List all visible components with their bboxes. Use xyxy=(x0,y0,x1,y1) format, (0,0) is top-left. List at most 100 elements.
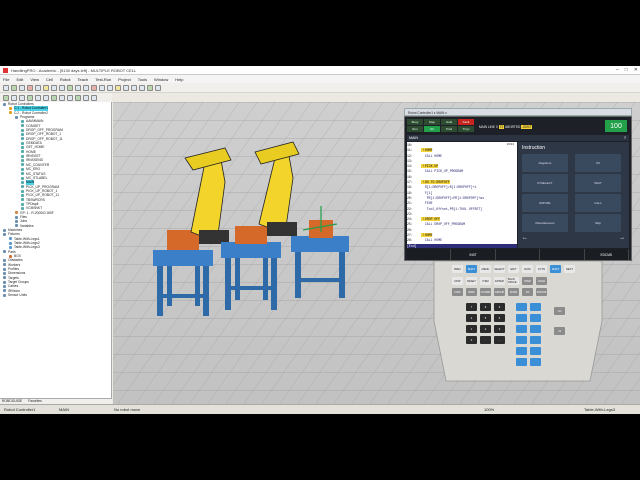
jog-plus-key[interactable] xyxy=(530,303,541,311)
pendant-key[interactable]: . xyxy=(480,336,491,344)
menu-edit[interactable]: Edit xyxy=(16,77,23,82)
pendant-key[interactable]: ITEM xyxy=(480,277,491,285)
pendant-key[interactable]: SELECT xyxy=(494,265,505,273)
program-line[interactable]: [End] xyxy=(407,243,517,248)
pendant-key[interactable]: 1 xyxy=(466,325,477,333)
pendant-key[interactable]: SHIFT xyxy=(466,265,477,273)
toolbar-tool-icon[interactable] xyxy=(131,84,137,91)
pendant-key[interactable]: POSN xyxy=(508,288,519,296)
jog-minus-key[interactable] xyxy=(516,303,527,311)
instruction-prev-icon[interactable]: ← xyxy=(522,235,528,241)
pendant-key[interactable]: FWD xyxy=(452,288,463,296)
menu-robot[interactable]: Robot xyxy=(60,77,71,82)
toolbar-tool-icon[interactable] xyxy=(147,84,153,91)
toolbar-tool-icon[interactable] xyxy=(19,84,25,91)
maximize-icon[interactable]: □ xyxy=(625,67,628,73)
status-program[interactable]: MAIN xyxy=(55,407,110,412)
jog-minus-key[interactable] xyxy=(516,347,527,355)
pendant-key[interactable]: 2 xyxy=(480,325,491,333)
pendant-key[interactable]: COORD xyxy=(480,288,491,296)
instruction-button[interactable]: IF/SELECT xyxy=(522,174,568,192)
jog-plus-key[interactable] xyxy=(530,314,541,322)
instruction-next-icon[interactable]: → xyxy=(619,235,625,241)
menu-teach[interactable]: Teach xyxy=(78,77,89,82)
pendant-key[interactable]: GROUP xyxy=(494,288,505,296)
pendant-key[interactable]: FCTN xyxy=(536,265,547,273)
toolbar-tool-icon[interactable] xyxy=(27,94,33,101)
toolbar-tool-icon[interactable] xyxy=(59,84,65,91)
override-percent[interactable]: 100 xyxy=(605,120,627,132)
pendant-key[interactable]: HOLD xyxy=(536,277,547,285)
toolbar-tool-icon[interactable] xyxy=(155,84,161,91)
toolbar-tool-icon[interactable] xyxy=(3,84,9,91)
toolbar-tool-icon[interactable] xyxy=(107,84,113,91)
pendant-key[interactable]: 7 xyxy=(466,303,477,311)
pendant-key[interactable]: EDIT xyxy=(508,265,519,273)
jog-minus-key[interactable] xyxy=(516,314,527,322)
instruction-button[interactable]: CALL xyxy=(575,194,621,212)
toolbar-tool-icon[interactable] xyxy=(139,84,145,91)
menu-help[interactable]: Help xyxy=(175,77,183,82)
toolbar-tool-icon[interactable] xyxy=(3,94,9,101)
menu-project[interactable]: Project xyxy=(118,77,130,82)
pendant-key[interactable]: 9 xyxy=(494,303,505,311)
pendant-key[interactable]: BWD xyxy=(466,288,477,296)
program-editor[interactable]: 19/34 10: 11: !HOME 12: CALL HOME 13: 14: !P… xyxy=(407,142,517,248)
toolbar-tool-icon[interactable] xyxy=(59,94,65,101)
toolbar-tool-icon[interactable] xyxy=(91,94,97,101)
instruction-button[interactable]: Miscellaneous xyxy=(522,214,568,232)
toolbar-tool-icon[interactable] xyxy=(43,94,49,101)
pendant-key[interactable]: 4 xyxy=(466,314,477,322)
close-icon[interactable]: ✕ xyxy=(634,67,638,73)
pendant-key[interactable]: 8 xyxy=(480,303,491,311)
jog-plus-key[interactable] xyxy=(530,358,541,366)
toolbar-tool-icon[interactable] xyxy=(67,94,73,101)
softkey[interactable]: INST xyxy=(451,249,496,260)
jog-plus-key[interactable] xyxy=(530,336,541,344)
softkey[interactable]: EDCMD xyxy=(585,249,630,260)
jog-plus-key[interactable] xyxy=(530,347,541,355)
toolbar-tool-icon[interactable] xyxy=(75,94,81,101)
pendant-key[interactable]: I/O xyxy=(522,288,533,296)
softkey[interactable] xyxy=(407,249,452,260)
toolbar-tool-icon[interactable] xyxy=(11,84,17,91)
toolbar-tool-icon[interactable] xyxy=(35,84,41,91)
jog-plus-key[interactable] xyxy=(530,325,541,333)
menu-file[interactable]: File xyxy=(3,77,9,82)
pendant-key[interactable]: STEP xyxy=(522,277,533,285)
toolbar-tool-icon[interactable] xyxy=(11,94,17,101)
softkey[interactable] xyxy=(540,249,585,260)
cell-browser-tree[interactable]: Robot Controllers C:1 - Robot Controller1… xyxy=(0,102,112,404)
pendant-key[interactable]: 5 xyxy=(480,314,491,322)
instruction-button[interactable]: Skip xyxy=(575,214,621,232)
pendant-key[interactable]: MENU xyxy=(480,265,491,273)
pendant-key[interactable]: NEXT xyxy=(564,265,575,273)
menu-cell[interactable]: Cell xyxy=(46,77,53,82)
toolbar-tool-icon[interactable] xyxy=(83,94,89,101)
help-icon[interactable]: ? xyxy=(624,135,626,140)
instruction-button[interactable]: Registers xyxy=(522,154,568,172)
pendant-key[interactable]: 3 xyxy=(494,325,505,333)
jog-minus-key[interactable] xyxy=(516,358,527,366)
jog-minus-key[interactable] xyxy=(516,336,527,344)
menu-view[interactable]: View xyxy=(30,77,39,82)
toolbar-tool-icon[interactable] xyxy=(27,84,33,91)
pendant-key[interactable]: 0 xyxy=(466,336,477,344)
pendant-key[interactable]: BACK SPACE xyxy=(508,277,519,285)
instruction-button[interactable]: JMP/LBL xyxy=(522,194,568,212)
instruction-button[interactable]: I/O xyxy=(575,154,621,172)
pendant-key[interactable]: STATUS xyxy=(536,288,547,296)
pendant-key[interactable]: -% xyxy=(554,327,565,335)
status-controller[interactable]: Robot Controller1 xyxy=(0,407,55,412)
toolbar-tool-icon[interactable] xyxy=(51,84,57,91)
toolbar-tool-icon[interactable] xyxy=(51,94,57,101)
pendant-controller-select[interactable]: Robot Controller1 ▾ MAIN ▾ xyxy=(408,111,447,115)
menu-test-run[interactable]: Test-Run xyxy=(95,77,111,82)
instruction-button[interactable]: WAIT xyxy=(575,174,621,192)
pendant-key[interactable]: - xyxy=(494,336,505,344)
jog-minus-key[interactable] xyxy=(516,325,527,333)
pendant-key[interactable]: DISP xyxy=(452,277,463,285)
pendant-key[interactable]: SHIFT xyxy=(550,265,561,273)
toolbar-tool-icon[interactable] xyxy=(91,84,97,91)
toolbar-tool-icon[interactable] xyxy=(19,94,25,101)
